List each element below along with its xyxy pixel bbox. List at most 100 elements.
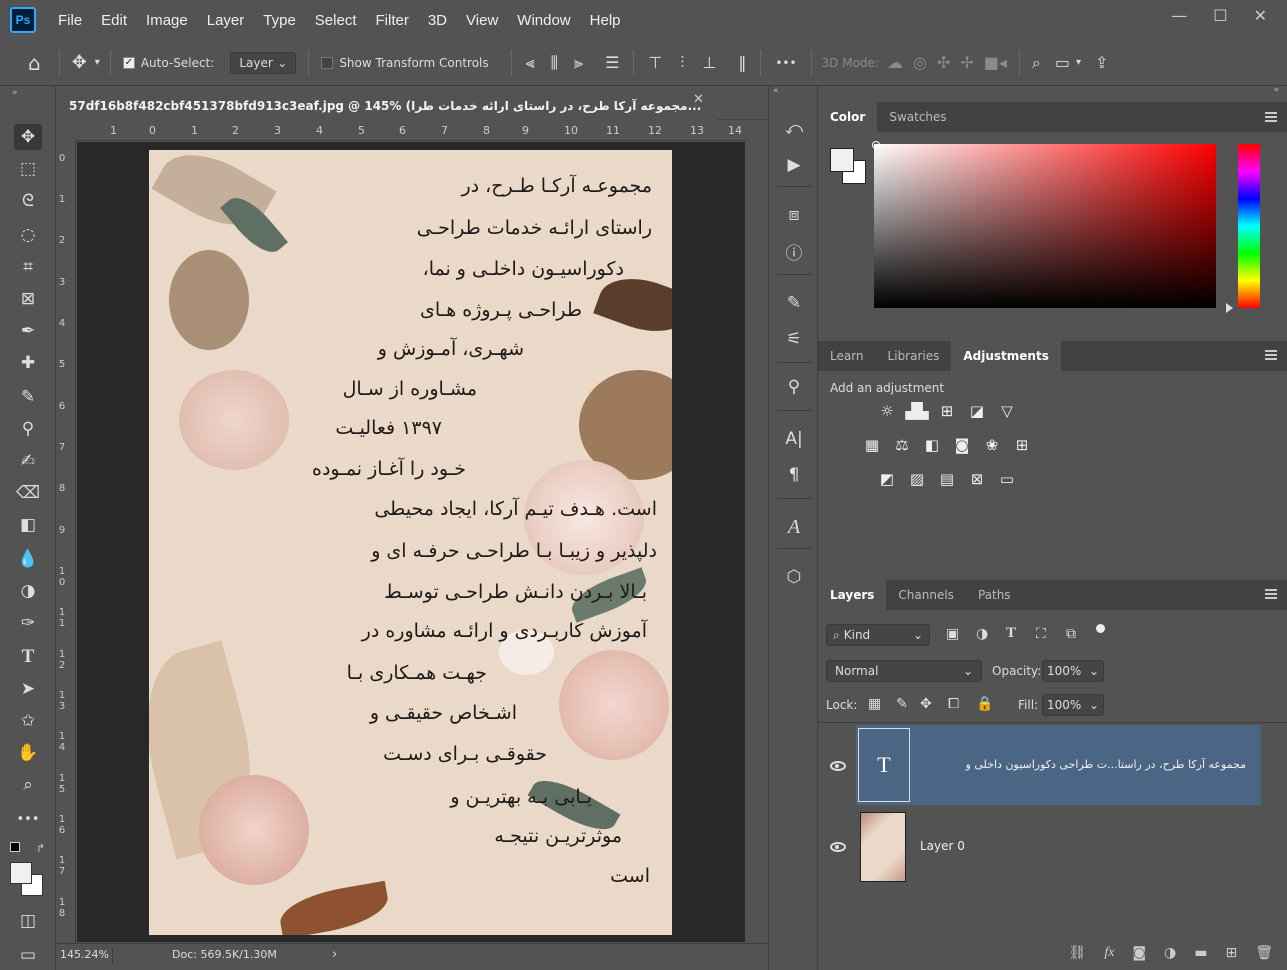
frame-tool-icon[interactable]: ⊠ (14, 286, 42, 312)
brightness-contrast-icon[interactable]: ☼ (876, 401, 898, 421)
3d-panel-icon[interactable]: ⧈ (781, 202, 807, 228)
layer-name[interactable]: Layer 0 (920, 839, 965, 853)
tab-channels[interactable]: Channels (886, 580, 966, 610)
eraser-tool-icon[interactable]: ⌫ (14, 480, 42, 506)
levels-icon[interactable]: ▟▙ (905, 401, 928, 421)
minimize-button[interactable]: — (1171, 6, 1187, 25)
menu-file[interactable]: File (58, 12, 82, 29)
new-group-icon[interactable]: ▬ (1194, 945, 1207, 961)
maximize-button[interactable]: ☐ (1213, 6, 1227, 25)
history-brush-tool-icon[interactable]: ✍ (14, 448, 42, 474)
color-picker-marker[interactable] (872, 141, 880, 149)
filter-adjustment-icon[interactable]: ◑ (976, 626, 988, 642)
posterize-icon[interactable]: ▨ (906, 469, 928, 489)
align-middle-icon[interactable]: ⫶ (680, 53, 684, 73)
quick-select-tool-icon[interactable]: ◌ (14, 222, 42, 248)
crop-tool-icon[interactable]: ⌗ (14, 254, 42, 280)
filter-smart-object-icon[interactable]: ⧉ (1066, 626, 1076, 642)
path-selection-tool-icon[interactable]: ➤ (14, 676, 42, 702)
tab-swatches[interactable]: Swatches (877, 102, 958, 132)
screen-mode-icon[interactable]: ▭ (14, 942, 42, 968)
shape-tool-icon[interactable]: ✩ (14, 708, 42, 734)
scale-3d-icon[interactable]: ■◂ (984, 53, 1007, 72)
new-adjustment-layer-icon[interactable]: ◑ (1164, 945, 1176, 961)
slide-3d-icon[interactable]: ✢ (960, 53, 973, 72)
align-right-icon[interactable]: ⫸ (574, 53, 583, 73)
menu-3d[interactable]: 3D (428, 12, 447, 29)
menu-help[interactable]: Help (590, 12, 621, 29)
fill-input[interactable]: 100% ⌄ (1042, 694, 1104, 716)
channel-mixer-icon[interactable]: ❀ (981, 435, 1003, 455)
move-tool-icon[interactable]: ✥ (14, 124, 42, 150)
info-icon[interactable]: ⓘ (781, 238, 807, 264)
marquee-tool-icon[interactable]: ⬚ (14, 156, 42, 182)
history-icon[interactable]: ⤺ (781, 116, 807, 142)
healing-brush-tool-icon[interactable]: ✚ (14, 350, 42, 376)
tab-learn[interactable]: Learn (818, 341, 876, 371)
align-top-icon[interactable]: ⊤ (648, 53, 662, 72)
paragraph-icon[interactable]: ¶ (781, 462, 807, 488)
close-icon[interactable]: ✕ (693, 92, 704, 107)
clone-source-icon[interactable]: ⚲ (781, 374, 807, 400)
lock-position-icon[interactable]: ✥ (920, 696, 932, 712)
filter-pixel-icon[interactable]: ▣ (946, 626, 959, 642)
layer-row-image[interactable]: Layer 0 (818, 806, 1287, 886)
tab-layers[interactable]: Layers (818, 580, 887, 610)
document-canvas[interactable]: مجموعـه آرکـا طـرح، در راستای ارائـه خدم… (149, 150, 672, 935)
zoom-level[interactable]: 145.24% (60, 948, 109, 961)
panel-menu-icon[interactable] (1265, 112, 1277, 122)
selective-color-icon[interactable]: ⊠ (966, 469, 988, 489)
3d-cube-icon[interactable]: ⬡ (781, 564, 807, 590)
status-menu-arrow[interactable]: › (332, 947, 337, 962)
menu-filter[interactable]: Filter (376, 12, 409, 29)
workspace-icon[interactable]: ▭ (1055, 53, 1070, 72)
opacity-input[interactable]: 100% ⌄ (1042, 660, 1104, 682)
link-layers-icon[interactable]: ⛓ (1069, 945, 1087, 961)
hand-tool-icon[interactable]: ✋ (14, 740, 42, 766)
eyedropper-tool-icon[interactable]: ✒ (14, 318, 42, 344)
tab-paths[interactable]: Paths (966, 580, 1023, 610)
panel-menu-icon[interactable] (1265, 589, 1277, 599)
more-options-button[interactable]: ••• (775, 56, 796, 70)
align-bottom-icon[interactable]: ⊥ (702, 53, 716, 72)
collapse-dock-icon[interactable]: « (773, 86, 779, 96)
roll-3d-icon[interactable]: ◎ (913, 53, 927, 72)
layer-name[interactable]: مجموعه آرکا طرح، در راستا...ت طراحی دکور… (922, 758, 1246, 771)
color-lookup-icon[interactable]: ⊞ (1011, 435, 1033, 455)
layer-style-icon[interactable]: fx (1104, 945, 1114, 961)
hue-slider-marker[interactable] (1226, 303, 1233, 313)
search-icon[interactable]: ⌕ (1032, 53, 1041, 73)
auto-select-checkbox[interactable]: ✓ (122, 56, 135, 69)
layer-row-text[interactable]: T مجموعه آرکا طرح، در راستا...ت طراحی دک… (818, 725, 1287, 805)
ruler-horizontal[interactable]: 1 0 1 2 3 4 5 6 7 8 9 10 11 12 13 14 (76, 121, 748, 141)
menu-type[interactable]: Type (263, 12, 296, 29)
dodge-tool-icon[interactable]: ◑ (14, 578, 42, 604)
glyphs-icon[interactable]: A (781, 514, 807, 540)
brushes-icon[interactable]: ⚟ (781, 326, 807, 352)
edit-toolbar-icon[interactable]: ••• (14, 806, 42, 832)
gradient-map-icon[interactable]: ▭ (996, 469, 1018, 489)
threshold-icon[interactable]: ▤ (936, 469, 958, 489)
share-icon[interactable]: ⇪ (1095, 53, 1108, 72)
menu-select[interactable]: Select (315, 12, 357, 29)
close-window-button[interactable]: ✕ (1254, 6, 1267, 25)
drag-3d-icon[interactable]: ✣ (937, 53, 950, 72)
filter-shape-icon[interactable]: ⛶ (1036, 626, 1046, 642)
actions-play-icon[interactable]: ▶ (781, 152, 807, 178)
filter-toggle-icon[interactable] (1096, 624, 1105, 633)
add-mask-icon[interactable]: ◙ (1132, 945, 1146, 961)
hue-saturation-icon[interactable]: ▦ (861, 435, 883, 455)
lock-transparent-icon[interactable]: ▦ (868, 696, 881, 712)
menu-view[interactable]: View (466, 12, 498, 29)
auto-select-dropdown[interactable]: Layer ⌄ (230, 51, 297, 74)
foreground-color-swatch[interactable] (830, 148, 854, 172)
lasso-tool-icon[interactable]: ᘓ (14, 188, 42, 214)
brush-tool-icon[interactable]: ✎ (14, 384, 42, 410)
menu-layer[interactable]: Layer (207, 12, 245, 29)
collapse-dock-icon[interactable]: » (1273, 85, 1279, 95)
blur-tool-icon[interactable]: 💧 (14, 546, 42, 572)
curves-icon[interactable]: ⊞ (936, 401, 958, 421)
collapse-panel-icon[interactable]: » (12, 88, 18, 98)
panel-menu-icon[interactable] (1265, 350, 1277, 360)
exposure-icon[interactable]: ◪ (966, 401, 988, 421)
